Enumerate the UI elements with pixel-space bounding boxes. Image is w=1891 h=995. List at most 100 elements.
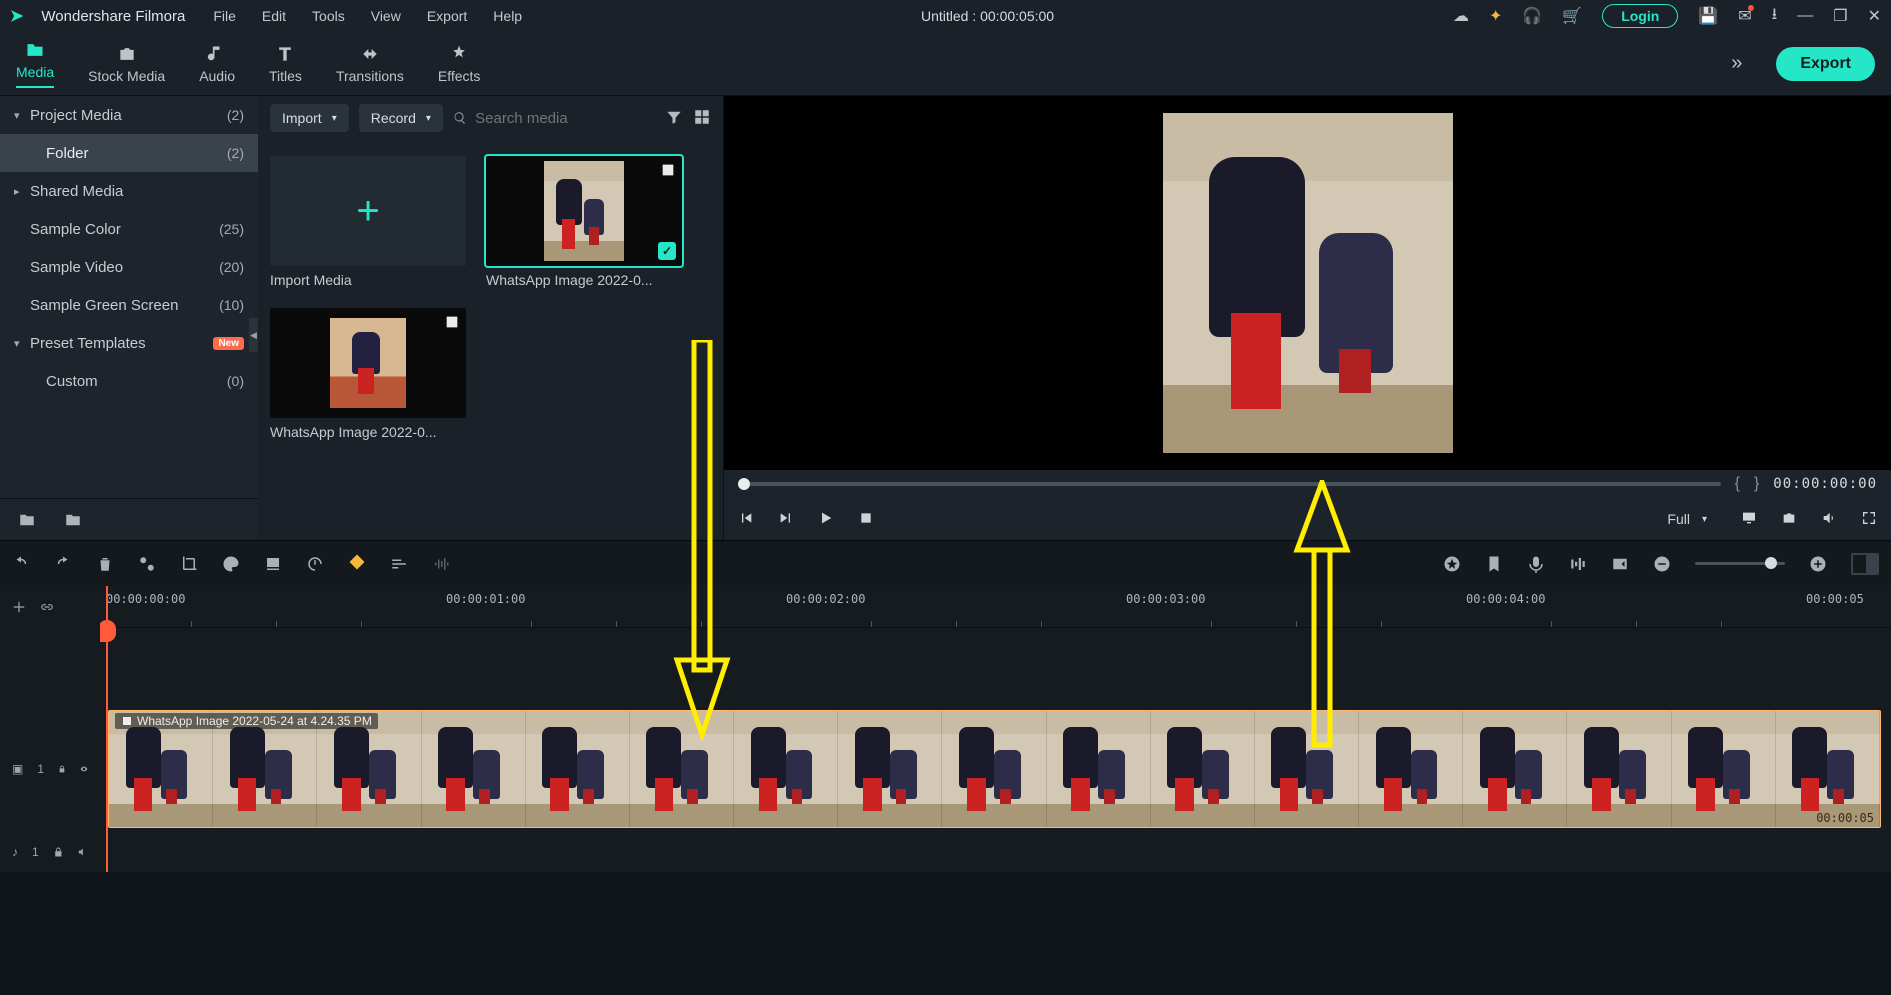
plus-icon: + [356,189,379,234]
freeze-icon[interactable] [264,555,282,573]
speed-icon[interactable] [306,555,324,573]
mute-icon[interactable] [77,845,88,859]
crop-icon[interactable] [180,555,198,573]
timeline-view-toggle[interactable] [1851,553,1879,575]
grid-view-icon[interactable] [693,108,711,129]
resolution-dropdown[interactable]: Full ▾ [1657,507,1717,531]
tree-sample-green[interactable]: Sample Green Screen (10) [0,286,258,324]
fit-icon[interactable] [1611,555,1629,573]
minimize-icon[interactable]: — [1797,7,1813,25]
zoom-slider[interactable] [1695,562,1785,565]
next-frame-button[interactable] [778,510,794,529]
import-media-card[interactable]: + Import Media [270,156,466,288]
mark-out-icon[interactable]: } [1754,475,1759,493]
audio-mix-icon[interactable] [432,555,450,573]
tree-sample-video[interactable]: Sample Video (20) [0,248,258,286]
scrub-head[interactable] [738,478,750,490]
color-icon[interactable] [222,555,240,573]
prev-frame-button[interactable] [738,510,754,529]
search-icon [453,110,467,126]
menu-edit[interactable]: Edit [262,8,286,24]
video-track-1[interactable]: WhatsApp Image 2022-05-24 at 4.24.35 PM … [100,706,1891,832]
tab-stock-media[interactable]: Stock Media [88,44,165,84]
menu-file[interactable]: File [213,8,236,24]
import-dropdown[interactable]: Import ▾ [270,104,349,132]
menu-help[interactable]: Help [493,8,522,24]
zoom-out-icon[interactable] [1653,555,1671,573]
tree-shared-media[interactable]: ▸ Shared Media [0,172,258,210]
marker-icon[interactable] [1485,555,1503,573]
tree-folder[interactable]: Folder (2) [0,134,258,172]
audio-track-1[interactable] [100,832,1891,872]
media-item-1[interactable]: ✓ WhatsApp Image 2022-0... [486,156,682,288]
tree-project-media[interactable]: ▾ Project Media (2) [0,96,258,134]
login-button[interactable]: Login [1602,4,1678,28]
timeline-body[interactable]: 00:00:00:00 00:00:01:00 00:00:02:00 00:0… [100,586,1891,872]
download-icon[interactable]: ⭳ [1772,3,1778,30]
zoom-knob[interactable] [1765,557,1777,569]
preview-stage[interactable] [724,96,1891,470]
lock-icon[interactable] [58,762,66,776]
voiceover-icon[interactable] [1527,555,1545,573]
tips-icon[interactable]: ✦ [1489,6,1502,26]
redo-icon[interactable] [54,555,72,573]
delete-icon[interactable] [96,555,114,573]
audio-track-header[interactable]: ♪ 1 [0,832,100,872]
filter-icon[interactable] [665,108,683,129]
media-item-2[interactable]: WhatsApp Image 2022-0... [270,308,466,440]
playhead[interactable] [106,586,108,872]
add-track-icon[interactable] [12,600,26,614]
maximize-icon[interactable]: ❐ [1833,6,1847,26]
zoom-in-icon[interactable] [1809,555,1827,573]
fullscreen-icon[interactable] [1861,510,1877,529]
menu-view[interactable]: View [371,8,401,24]
panel-collapse-handle[interactable]: ◀ [249,318,258,352]
audio-sync-icon[interactable] [1569,555,1587,573]
tab-transitions[interactable]: Transitions [336,44,404,84]
menu-tools[interactable]: Tools [312,8,345,24]
render-icon[interactable] [1443,555,1461,573]
tab-audio[interactable]: Audio [199,44,235,84]
tab-titles[interactable]: Titles [269,44,302,84]
volume-icon[interactable] [1821,510,1837,529]
tree-custom[interactable]: Custom (0) [0,362,258,400]
adjust-icon[interactable] [390,555,408,573]
save-icon[interactable]: 💾 [1698,6,1718,26]
menu-bar: File Edit Tools View Export Help [213,8,522,24]
tab-media[interactable]: Media [16,40,54,88]
text-icon [275,44,295,64]
more-tabs-icon[interactable]: » [1731,52,1742,75]
record-dropdown[interactable]: Record ▾ [359,104,443,132]
support-icon[interactable]: 🎧 [1522,6,1542,26]
main-area: ▾ Project Media (2) Folder (2) ▸ Shared … [0,96,1891,540]
mark-in-icon[interactable]: { [1735,475,1740,493]
tree-sample-color[interactable]: Sample Color (25) [0,210,258,248]
lock-icon[interactable] [53,845,64,859]
play-button[interactable] [818,510,834,529]
keyframe-icon[interactable] [348,553,366,571]
audio-icon [207,44,227,64]
eye-icon[interactable] [80,762,88,776]
display-icon[interactable] [1741,510,1757,529]
tab-effects[interactable]: Effects [438,44,481,84]
cart-icon[interactable]: 🛒 [1562,6,1582,26]
video-track-header[interactable]: ▣ 1 [0,706,100,832]
tree-preset-templates[interactable]: ▾ Preset Templates New [0,324,258,362]
search-input[interactable] [475,110,655,127]
menu-export[interactable]: Export [427,8,467,24]
timeline-ruler[interactable]: 00:00:00:00 00:00:01:00 00:00:02:00 00:0… [100,586,1891,628]
stop-button[interactable] [858,510,874,529]
message-icon[interactable]: ✉ [1738,6,1751,26]
snapshot-icon[interactable] [1781,510,1797,529]
new-folder-icon[interactable] [18,511,36,529]
cloud-icon[interactable]: ☁ [1453,6,1469,26]
timeline-clip[interactable]: WhatsApp Image 2022-05-24 at 4.24.35 PM … [108,710,1881,828]
link-icon[interactable] [40,600,54,614]
scrub-track[interactable] [738,482,1721,486]
folder-icon[interactable] [64,511,82,529]
undo-icon[interactable] [12,555,30,573]
search-media[interactable] [453,110,655,127]
close-icon[interactable]: ✕ [1868,6,1881,26]
split-icon[interactable] [138,555,156,573]
export-button[interactable]: Export [1776,47,1875,81]
